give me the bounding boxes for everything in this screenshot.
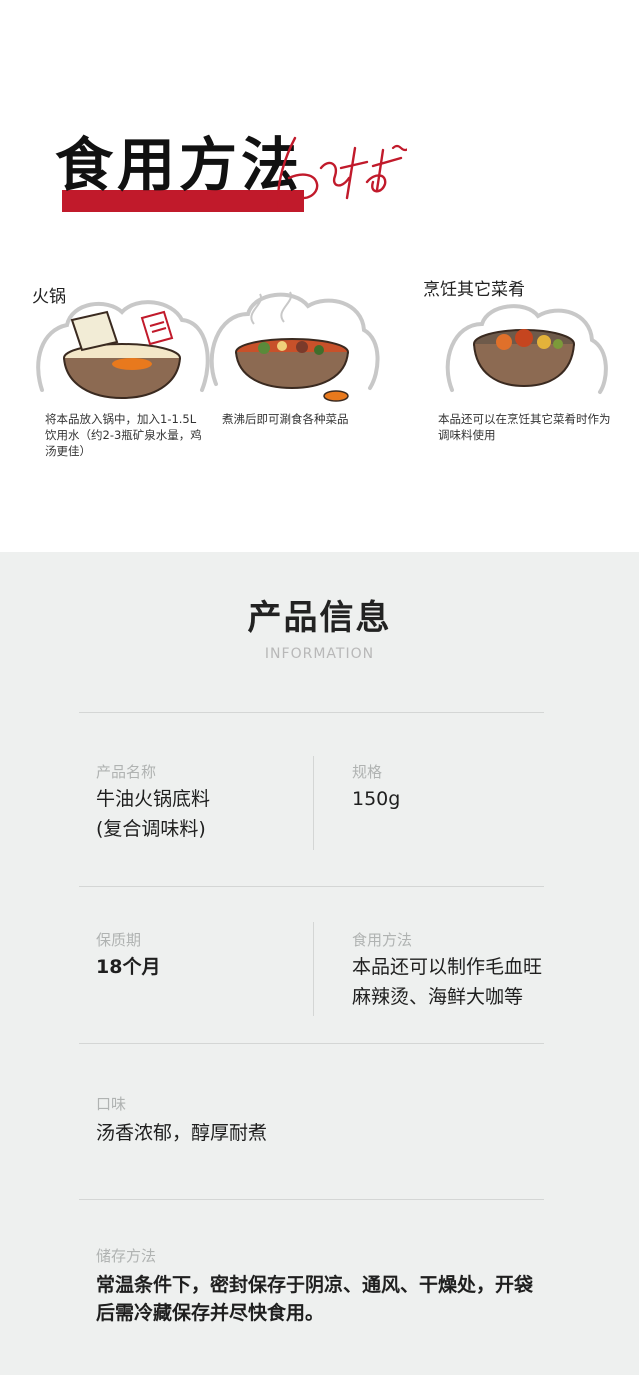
storage-value-line2: 后需冷藏保存并尽快食用。 xyxy=(96,1302,325,1324)
shelf-life-label: 保质期 xyxy=(96,931,142,949)
info-subtitle: INFORMATION xyxy=(264,646,375,662)
product-name-value-line1: 牛油火锅底料 xyxy=(96,788,211,810)
spec-value: 150g xyxy=(352,788,401,810)
spec-label: 规格 xyxy=(352,763,383,781)
product-name-value-line2: (复合调味料) xyxy=(96,818,206,840)
taste-label: 口味 xyxy=(96,1095,127,1113)
usage-section: 食用方法 火锅 将本品放入锅中，加入1-1.5L饮用水（约2-3瓶矿泉水量，鸡汤… xyxy=(0,0,639,552)
hotpot-pouring-illustration xyxy=(36,300,210,400)
script-decoration xyxy=(277,136,407,210)
info-title: 产品信息 xyxy=(247,598,392,638)
usage-method-value-line1: 本品还可以制作毛血旺 xyxy=(352,956,543,978)
column-divider xyxy=(313,922,314,1016)
product-name-label: 产品名称 xyxy=(96,763,157,781)
storage-label: 储存方法 xyxy=(96,1247,157,1265)
hotpot-boiling-illustration xyxy=(209,291,380,402)
step1-caption: 将本品放入锅中，加入1-1.5L饮用水（约2-3瓶矿泉水量，鸡汤更佳） xyxy=(45,412,202,458)
column-divider xyxy=(313,756,314,850)
usage-method-label: 食用方法 xyxy=(352,931,413,949)
shelf-life-value: 18个月 xyxy=(96,956,161,978)
step2-caption: 煮沸后即可涮食各种菜品 xyxy=(222,412,349,426)
step3-caption: 本品还可以在烹饪其它菜肴时作为调味料使用 xyxy=(438,412,611,442)
divider xyxy=(79,712,544,713)
usage-title-block: 食用方法 xyxy=(55,130,407,220)
taste-value: 汤香浓郁，醇厚耐煮 xyxy=(96,1122,268,1144)
storage-value-line1: 常温条件下，密封保存于阴凉、通风、干燥处，开袋 xyxy=(96,1274,534,1296)
divider xyxy=(79,1199,544,1200)
divider xyxy=(79,886,544,887)
divider xyxy=(79,1043,544,1044)
product-info-section: 产品信息 INFORMATION 产品名称 牛油火锅底料 (复合调味料) 规格 … xyxy=(0,552,639,1375)
dish-bowl-illustration xyxy=(445,304,608,394)
usage-method-value-line2: 麻辣烫、海鲜大咖等 xyxy=(352,986,524,1008)
